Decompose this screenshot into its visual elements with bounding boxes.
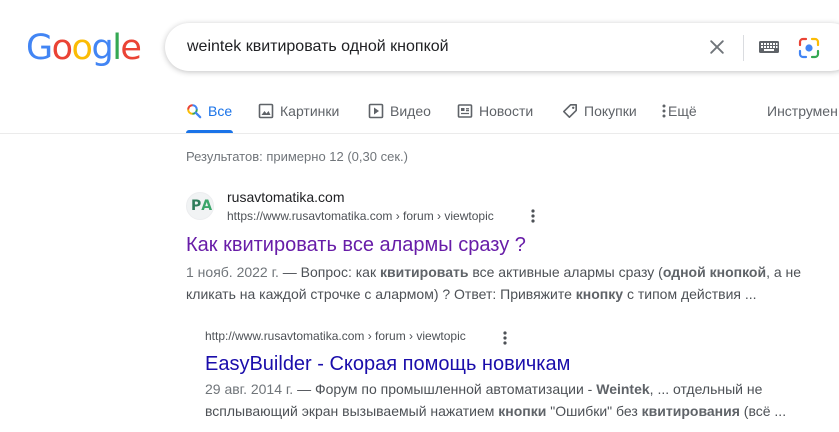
result-title-link[interactable]: EasyBuilder - Скорая помощь новичкам	[205, 351, 570, 377]
google-lens-icon[interactable]	[797, 36, 821, 60]
snippet-highlight: квитировать	[379, 264, 469, 280]
more-vert-icon[interactable]	[497, 330, 513, 346]
tab-label: Видео	[390, 103, 431, 119]
snippet-text: все активные алармы сразу (	[468, 264, 663, 280]
snippet-text: — Вопрос: как	[278, 264, 380, 280]
tab-label: Картинки	[280, 103, 340, 119]
tag-icon	[563, 104, 577, 118]
result-snippet: 1 нояб. 2022 г. — Вопрос: как квитироват…	[186, 261, 806, 305]
snippet-text: — Форум по промышленной автоматизации -	[293, 381, 597, 397]
search-box	[165, 23, 839, 71]
tab-label: Все	[208, 103, 233, 119]
tools-button[interactable]: Инструмен	[767, 101, 838, 121]
search-input[interactable]	[187, 36, 687, 58]
result-url[interactable]: http://www.rusavtomatika.com › forum › v…	[205, 327, 466, 345]
site-favicon: PA	[186, 192, 214, 220]
logo-letter: o	[51, 28, 73, 68]
logo-letter: g	[91, 28, 113, 68]
snippet-highlight: квитирования	[641, 403, 740, 419]
more-vert-icon[interactable]	[525, 208, 541, 224]
snippet-highlight: кнопки	[498, 403, 547, 419]
snippet-text: "Ошибки" без	[546, 403, 642, 419]
result-date: 29 авг. 2014 г.	[205, 381, 294, 397]
snippet-text: (всё ...	[739, 403, 787, 419]
keyboard-icon[interactable]	[758, 38, 780, 56]
result-snippet: 29 авг. 2014 г. — Форум по промышленной …	[205, 378, 805, 422]
tab-label: Новости	[479, 103, 534, 119]
tab-all[interactable]: Все	[186, 101, 233, 133]
close-icon[interactable]	[707, 37, 727, 57]
tab-label: Ещё	[668, 103, 697, 119]
result-url[interactable]: https://www.rusavtomatika.com › forum › …	[227, 207, 494, 225]
logo-letter: e	[120, 28, 142, 68]
logo-letter: o	[71, 28, 93, 68]
play-icon	[368, 103, 384, 119]
result-date: 1 нояб. 2022 г.	[186, 264, 279, 280]
google-logo[interactable]: Google	[26, 28, 142, 68]
snippet-highlight: Weintek	[596, 381, 650, 397]
result-stats: Результатов: примерно 12 (0,30 сек.)	[186, 149, 408, 164]
search-results-page: Google weintek квитировать одной кнопкой…	[0, 0, 839, 432]
snippet-text: с типом действия ...	[623, 286, 757, 302]
search-icon	[187, 104, 202, 119]
search-box-divider	[743, 35, 744, 61]
site-name[interactable]: rusavtomatika.com	[227, 187, 344, 207]
result-title-link[interactable]: Как квитировать все алармы сразу ?	[186, 232, 526, 258]
image-icon	[258, 103, 274, 119]
logo-letter: G	[26, 28, 53, 68]
news-icon	[457, 104, 473, 118]
tab-label: Покупки	[584, 103, 637, 119]
snippet-highlight: кнопку	[575, 286, 624, 302]
snippet-highlight: одной кнопкой	[662, 264, 767, 280]
tabs-divider	[0, 133, 839, 134]
logo-letter: l	[112, 28, 122, 68]
